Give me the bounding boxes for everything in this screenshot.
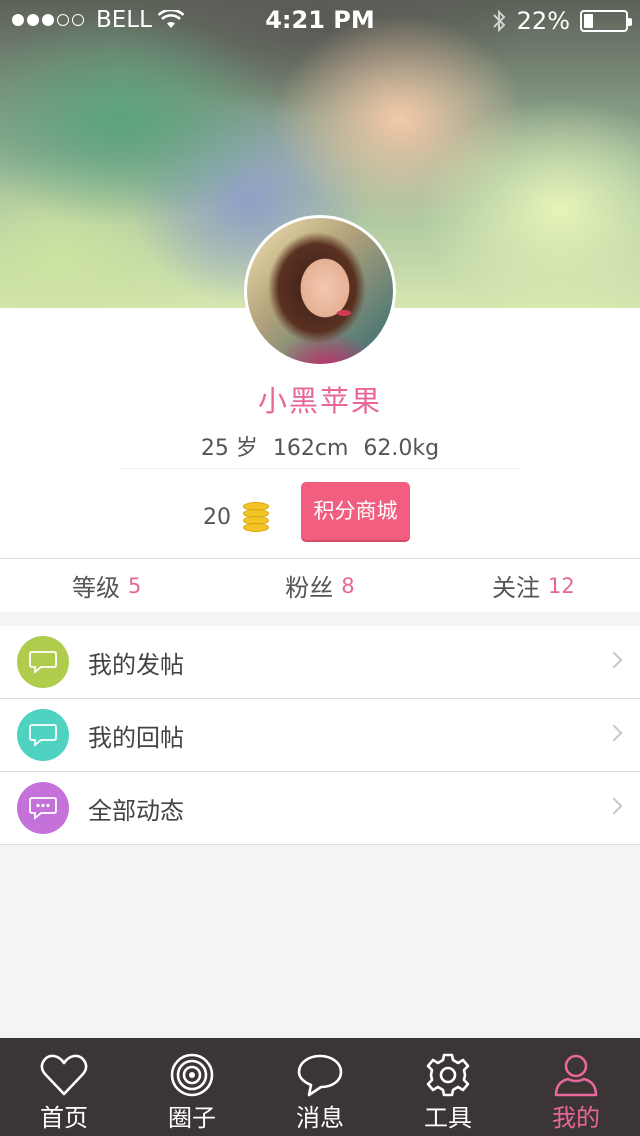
coin-count: 20 [203,504,231,530]
tab-circle[interactable]: 圈子 [128,1038,256,1136]
profile-counters: 等级 5 粉丝 8 关注 12 [0,558,640,612]
tab-label: 圈子 [168,1104,216,1132]
status-right: 22% [491,7,632,35]
tab-tools[interactable]: 工具 [384,1038,512,1136]
battery-level [584,14,593,28]
chat-dots-icon [17,782,69,834]
body-stats: 25 岁 162cm 62.0kg [0,430,640,462]
message-bubble-icon [297,1054,343,1097]
level-counter[interactable]: 等级 5 [0,559,213,612]
counter-label: 关注 [491,574,540,602]
points-mall-button[interactable]: 积分商城 [301,482,410,540]
battery-icon [580,10,632,32]
menu-item-label: 全部动态 [88,796,184,825]
weight: 62.0kg [363,436,440,461]
chevron-right-icon [605,724,623,742]
status-bar: BELL 4:21 PM 22% [0,0,640,40]
coin-stack-icon [243,502,269,532]
counter-label: 粉丝 [285,574,334,602]
tab-label: 我的 [552,1104,600,1132]
tab-me[interactable]: 我的 [512,1038,640,1136]
tab-label: 消息 [296,1104,344,1132]
age: 25 岁 [200,436,258,461]
gear-icon [426,1053,470,1097]
counter-value: 12 [547,573,575,598]
battery-percent: 22% [516,7,570,35]
fans-counter[interactable]: 粉丝 8 [213,559,426,612]
speech-bubble-icon [17,709,69,761]
tab-home[interactable]: 首页 [0,1038,128,1136]
menu-item-label: 我的发帖 [88,650,184,679]
coin-balance: 20 [203,502,269,532]
avatar-detail [337,310,351,316]
heart-icon [40,1054,88,1096]
tab-label: 首页 [40,1104,88,1132]
tab-bar: 首页 圈子 消息 工具 我的 [0,1038,640,1136]
counter-label: 等级 [71,574,120,602]
menu-item-my-replies[interactable]: 我的回帖 [0,699,640,772]
divider [120,468,520,469]
avatar[interactable] [244,215,396,367]
menu-item-label: 我的回帖 [88,723,184,752]
counter-value: 8 [341,573,355,598]
bluetooth-icon [492,9,506,33]
following-counter[interactable]: 关注 12 [427,559,640,612]
username: 小黑苹果 [257,384,382,418]
person-icon [554,1054,598,1097]
tab-messages[interactable]: 消息 [256,1038,384,1136]
speech-bubble-icon [17,636,69,688]
chevron-right-icon [605,797,623,815]
menu-list: 我的发帖 我的回帖 全部动态 [0,626,640,845]
tab-label: 工具 [424,1104,472,1132]
menu-item-my-posts[interactable]: 我的发帖 [0,626,640,699]
chevron-right-icon [605,651,623,669]
menu-item-all-activity[interactable]: 全部动态 [0,772,640,845]
counter-value: 5 [127,573,142,598]
circle-rings-icon [170,1053,214,1097]
height: 162cm [272,436,349,461]
